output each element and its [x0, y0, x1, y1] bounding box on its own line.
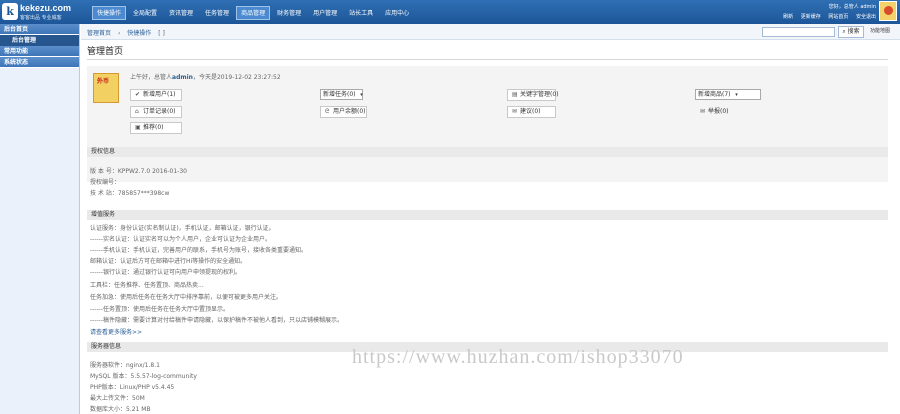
page-title: 管理首页 [87, 47, 124, 57]
breadcrumb-sep-icon: › [117, 30, 121, 37]
service-line: 认证服务：身份认证(实名制认证)，手机认证，邮箱认证，银行认证。 [90, 225, 275, 232]
goods-select[interactable]: 新增商品(7) ▾ [695, 89, 761, 100]
menu-quick-ops[interactable]: 快捷操作 [92, 6, 127, 20]
welcome-panel: 上午好，总管人admin，今天是2019-12-02 23:27:52 ✔新增用… [87, 66, 888, 182]
server-line: 服务器软件：nginx/1.8.1 [90, 362, 160, 369]
breadcrumb-bar: 管理首页 › 快捷操作 [ ] ⌕ 搜索 功能地图 [81, 24, 900, 40]
more-services-link[interactable]: 请查看更多服务>> [90, 327, 142, 336]
doc-icon: ▤ [512, 91, 518, 98]
breadcrumb: 管理首页 › 快捷操作 [ ] [87, 28, 170, 37]
site-badge-image [93, 73, 119, 103]
mail-icon: ✉ [512, 108, 518, 115]
scrollbar[interactable] [890, 44, 900, 414]
service-line: ------实名认证：认证实名可以为个人用户，企业可认证为企业用户。 [90, 236, 271, 243]
refresh-link[interactable]: 刷新 [783, 14, 793, 20]
add-user-button[interactable]: ✔ 新增用户(1) [130, 89, 182, 101]
menu-apps[interactable]: 应用中心 [380, 6, 414, 20]
chevron-down-icon: ▾ [735, 92, 738, 98]
report-button[interactable]: ✉ 举报(0) [695, 106, 744, 118]
menu-finance[interactable]: 财务管理 [272, 6, 306, 20]
home-icon: ⌂ [135, 108, 139, 115]
orders-button[interactable]: ⌂ 订单记录(0) [130, 106, 182, 118]
value-added-section-title: 增值服务 [87, 210, 888, 220]
server-line: 最大上传文件：50M [90, 395, 145, 402]
watermark-text: https://www.huzhan.com/ishop33070 [352, 346, 684, 368]
logout-link[interactable]: 安全退出 [856, 14, 876, 20]
top-links: 刷新 更新缓存 网站首页 安全退出 [777, 13, 876, 20]
sidebar-item-status[interactable]: 系统状态 [0, 57, 79, 68]
users-icon: ᘓ [325, 108, 330, 115]
logo-mark: k [2, 3, 18, 20]
top-header: k kekezu.com 客客出品 专业威客 快捷操作 全局配置 资讯管理 任务… [0, 0, 900, 24]
license-line: 版 本 号：KPPW2.7.0 2016-01-30 [90, 168, 187, 175]
menu-global-config[interactable]: 全局配置 [128, 6, 162, 20]
check-icon: ✔ [135, 91, 141, 98]
sidebar-item-home[interactable]: 后台首页 [0, 24, 79, 35]
site-logo[interactable]: k kekezu.com 客客出品 专业威客 [2, 2, 78, 22]
service-line: 工具栏：任务推荐、任务置顶、商品热卖... [90, 282, 204, 289]
main-menu: 快捷操作 全局配置 资讯管理 任务管理 商品管理 财务管理 用户管理 站长工具 … [92, 6, 416, 20]
search-input[interactable] [762, 27, 835, 37]
chevron-down-icon: ▾ [360, 92, 363, 98]
license-line: 授权编号： [90, 179, 121, 186]
recommend-button[interactable]: ▣ 推荐(0) [130, 122, 182, 134]
update-cache-link[interactable]: 更新缓存 [801, 14, 821, 20]
service-line: 任务加急：使用后任务在任务大厅中排序靠前，以便可被更多用户关注。 [90, 294, 283, 301]
function-map-button[interactable]: 功能地图 [870, 27, 898, 37]
service-line: 邮箱认证：认证后方可在邮箱中进行Hi等操作的安全通知。 [90, 258, 247, 265]
breadcrumb-home[interactable]: 管理首页 [87, 30, 111, 37]
license-section-title: 授权信息 [87, 147, 888, 157]
breadcrumb-quick[interactable]: 快捷操作 [127, 30, 151, 37]
main-content: 管理首页 上午好，总管人admin，今天是2019-12-02 23:27:52… [87, 44, 890, 413]
breadcrumb-extra: [ ] [158, 30, 165, 37]
service-line: ------银行认证：通过银行认证可向用户申领提现的权利。 [90, 269, 241, 276]
service-line: ------手机认证：手机认证，完善用户的联系，手机号为账号，接收各类重要通知。 [90, 247, 307, 254]
server-line: 数据库大小：5.21 MB [90, 406, 151, 413]
license-line: 技 术 站：785857***398cw [90, 190, 170, 197]
welcome-text: 上午好，总管人admin，今天是2019-12-02 23:27:52 [130, 74, 281, 81]
service-line: ------任务置顶：使用后任务在任务大厅中置顶显示。 [90, 306, 229, 313]
server-line: MySQL 版本：5.5.57-log-community [90, 373, 197, 380]
menu-goods[interactable]: 商品管理 [236, 6, 271, 20]
server-line: PHP版本：Linux/PHP v5.4.45 [90, 384, 175, 391]
mail-icon: ✉ [700, 108, 706, 115]
sidebar-item-admin[interactable]: 后台管理 [0, 35, 79, 46]
avatar[interactable] [879, 1, 897, 21]
menu-articles[interactable]: 资讯管理 [164, 6, 198, 20]
service-line: ------稿件隐藏：需要计算对付给稿件申请隐藏，以保护稿件不被他人看到，只以店… [90, 317, 343, 324]
menu-users[interactable]: 用户管理 [308, 6, 342, 20]
box-icon: ▣ [135, 124, 141, 131]
search-icon: ⌕ [842, 28, 846, 35]
site-home-link[interactable]: 网站首页 [828, 14, 848, 20]
sidebar: 后台首页 后台管理 常用功能 系统状态 [0, 24, 80, 414]
user-panel: 您好，总管人 admin 刷新 更新缓存 网站首页 安全退出 [777, 3, 876, 20]
user-balance-button[interactable]: ᘓ 用户余额(0) [320, 106, 367, 118]
menu-tasks[interactable]: 任务管理 [200, 6, 234, 20]
menu-tools[interactable]: 站长工具 [344, 6, 378, 20]
search-button[interactable]: ⌕ 搜索 [838, 26, 864, 38]
task-select[interactable]: 新增任务(0) ▾ [320, 89, 363, 100]
sidebar-item-common[interactable]: 常用功能 [0, 46, 79, 57]
divider [87, 59, 888, 60]
logo-text: kekezu.com [20, 3, 72, 13]
greeting-text: 您好，总管人 admin [828, 4, 876, 10]
search-button-label: 搜索 [847, 28, 860, 35]
logo-tagline: 客客出品 专业威客 [20, 15, 62, 21]
suggestion-button[interactable]: ✉ 建议(0) [507, 106, 556, 118]
hot-words-button[interactable]: ▤ 关键字管理(0) [507, 89, 559, 101]
